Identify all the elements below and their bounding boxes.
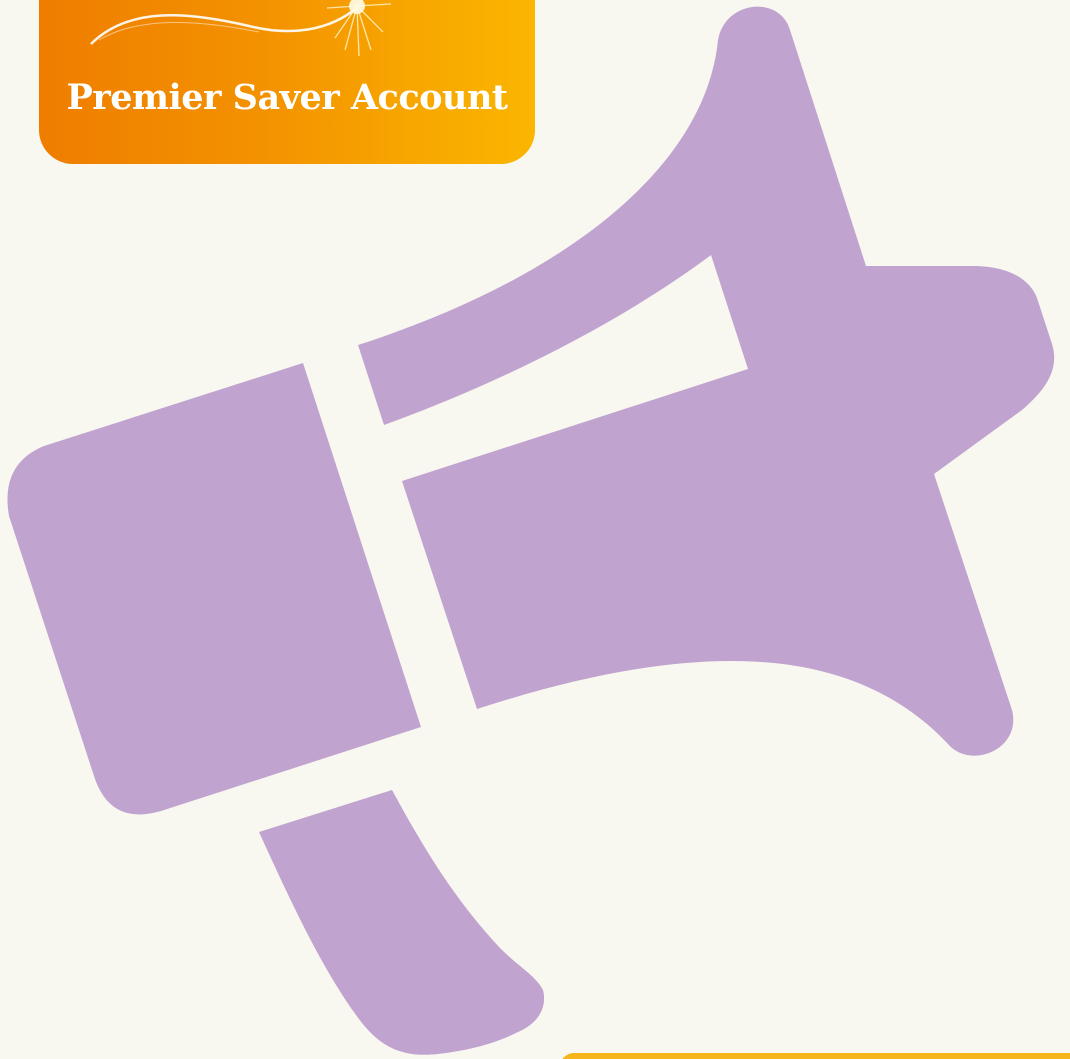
sparkle-swoosh-icon xyxy=(90,0,392,57)
premier-saver-badge[interactable]: Premier Saver Account xyxy=(39,0,535,164)
megaphone-rear-block xyxy=(7,363,421,815)
corner-accent-strip xyxy=(560,1053,1070,1059)
megaphone-handle xyxy=(259,790,545,1055)
badge-title: Premier Saver Account xyxy=(66,77,508,118)
promo-canvas: Premier Saver Account xyxy=(0,0,1070,1059)
